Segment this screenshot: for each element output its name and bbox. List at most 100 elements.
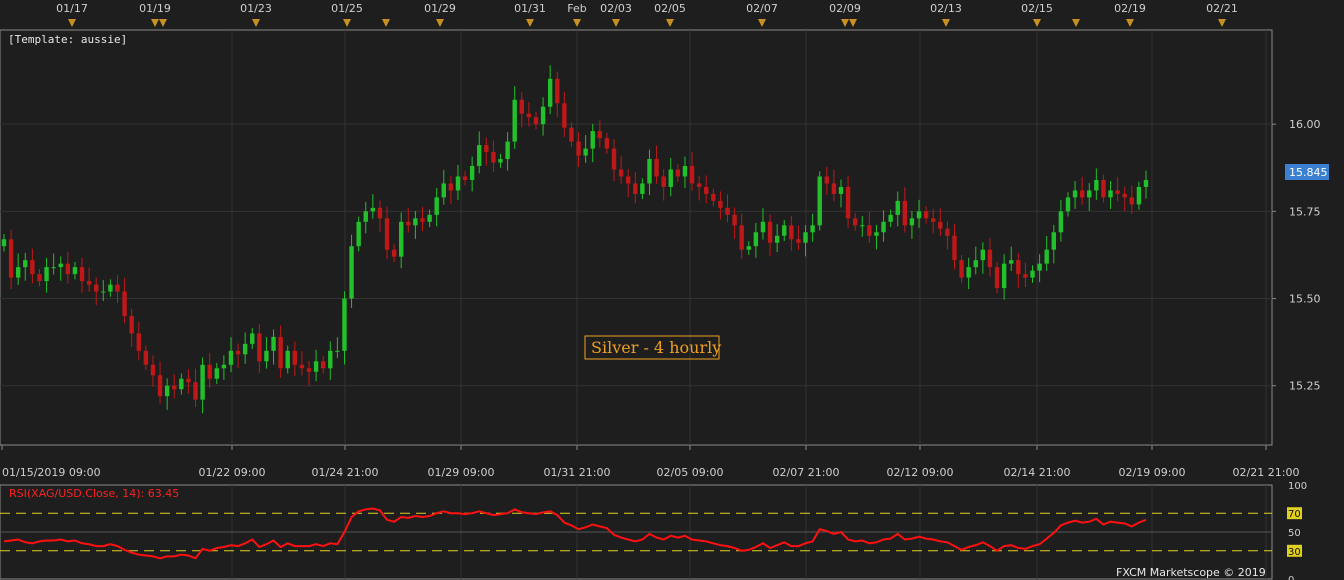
candle-body xyxy=(413,218,418,226)
event-marker[interactable] xyxy=(151,19,159,27)
top-date-label: 01/31 xyxy=(514,2,546,15)
candle-body xyxy=(675,169,681,177)
candle-body xyxy=(696,183,702,187)
event-marker[interactable] xyxy=(942,19,950,27)
top-date-label: 02/09 xyxy=(829,2,861,15)
candle-body xyxy=(618,169,624,177)
candle-body xyxy=(796,239,801,243)
top-date-label: Feb xyxy=(567,2,586,15)
candle-body xyxy=(604,138,610,149)
candle-body xyxy=(30,260,35,275)
bottom-date-label: 02/14 21:00 xyxy=(1004,466,1071,479)
event-marker[interactable] xyxy=(1072,19,1080,27)
candle-body xyxy=(108,284,113,292)
candle-body xyxy=(966,267,971,278)
event-marker[interactable] xyxy=(526,19,534,27)
event-marker[interactable] xyxy=(68,19,76,27)
candle-body xyxy=(512,99,517,142)
candle-body xyxy=(980,249,986,261)
candle-body xyxy=(1016,260,1021,275)
candle-body xyxy=(526,113,532,118)
candle-body xyxy=(590,131,595,149)
candle-body xyxy=(1101,179,1106,198)
candle-body xyxy=(306,368,312,372)
event-marker[interactable] xyxy=(382,19,390,27)
candle[interactable] xyxy=(817,171,822,231)
bottom-date-label: 02/12 09:00 xyxy=(887,466,954,479)
event-marker[interactable] xyxy=(1218,19,1226,27)
top-date-label: 01/19 xyxy=(139,2,171,15)
candle-body xyxy=(824,176,830,184)
candle-body xyxy=(65,263,71,275)
event-marker[interactable] xyxy=(666,19,674,27)
candle-body xyxy=(129,315,134,334)
bottom-date-label: 01/24 21:00 xyxy=(312,466,379,479)
candle-body xyxy=(739,225,744,250)
candle-body xyxy=(207,364,212,379)
event-marker[interactable] xyxy=(1126,19,1134,27)
candle-body xyxy=(1115,190,1120,194)
candle-body xyxy=(122,291,127,316)
event-marker[interactable] xyxy=(1033,19,1041,27)
chart-window: 01/17 01/19 01/23 01/25 01/29 01/31 Feb 02/03 02… xyxy=(0,0,1344,580)
candle-body xyxy=(881,221,886,233)
event-marker[interactable] xyxy=(849,19,857,27)
candle-body xyxy=(661,176,666,187)
bottom-date-label: 01/22 09:00 xyxy=(199,466,266,479)
bottom-date-label: 01/29 09:00 xyxy=(428,466,495,479)
candle-body xyxy=(633,183,638,194)
price-panel-background xyxy=(0,29,1273,446)
candle-body xyxy=(193,382,198,400)
candle-body xyxy=(1094,179,1099,191)
candle-body xyxy=(484,145,489,153)
candle-body xyxy=(597,131,603,139)
top-date-label: 02/13 xyxy=(930,2,962,15)
event-marker[interactable] xyxy=(436,19,444,27)
event-marker[interactable] xyxy=(612,19,620,27)
candle-body xyxy=(1136,186,1142,205)
candle-body xyxy=(938,221,943,229)
top-date-label: 01/23 xyxy=(240,2,272,15)
candle-body xyxy=(505,141,510,160)
candle-body xyxy=(1,239,7,247)
candle-body xyxy=(718,200,723,208)
top-date-label: 02/21 xyxy=(1206,2,1238,15)
candle-body xyxy=(654,159,659,177)
candle-body xyxy=(136,333,141,351)
candle-body xyxy=(250,333,255,344)
candle-body xyxy=(469,166,475,180)
candle-body xyxy=(115,284,120,292)
event-marker[interactable] xyxy=(573,19,581,27)
candle-body xyxy=(583,148,588,156)
event-marker[interactable] xyxy=(252,19,260,27)
candle-body xyxy=(462,176,468,180)
candle-body xyxy=(902,200,908,226)
event-marker[interactable] xyxy=(841,19,849,27)
event-marker[interactable] xyxy=(758,19,766,27)
candle-body xyxy=(1001,263,1007,289)
bottom-date-label: 02/19 09:00 xyxy=(1119,466,1186,479)
candle-body xyxy=(8,239,14,278)
candle-body xyxy=(1087,190,1092,198)
candle-body xyxy=(711,193,716,201)
candle-body xyxy=(1143,179,1149,187)
candle-body xyxy=(1129,197,1135,205)
candle-body xyxy=(186,378,191,383)
event-marker[interactable] xyxy=(159,19,167,27)
candle-body xyxy=(1065,197,1071,212)
candle-body xyxy=(264,350,269,362)
candle-body xyxy=(377,207,383,219)
candle-body xyxy=(157,375,163,397)
candle-body xyxy=(320,361,326,369)
candle-body xyxy=(420,218,425,222)
bottom-date-label: 02/07 21:00 xyxy=(773,466,840,479)
price-chart[interactable]: 01/17 01/19 01/23 01/25 01/29 01/31 Feb 02/03 02… xyxy=(0,0,1344,580)
candle-body xyxy=(640,183,645,194)
candle-body xyxy=(179,378,184,390)
candle-body xyxy=(406,221,411,226)
candle-body xyxy=(753,232,759,247)
candle-body xyxy=(271,336,276,351)
candle-body xyxy=(384,218,390,250)
candle-body xyxy=(143,350,149,365)
event-marker[interactable] xyxy=(343,19,351,27)
